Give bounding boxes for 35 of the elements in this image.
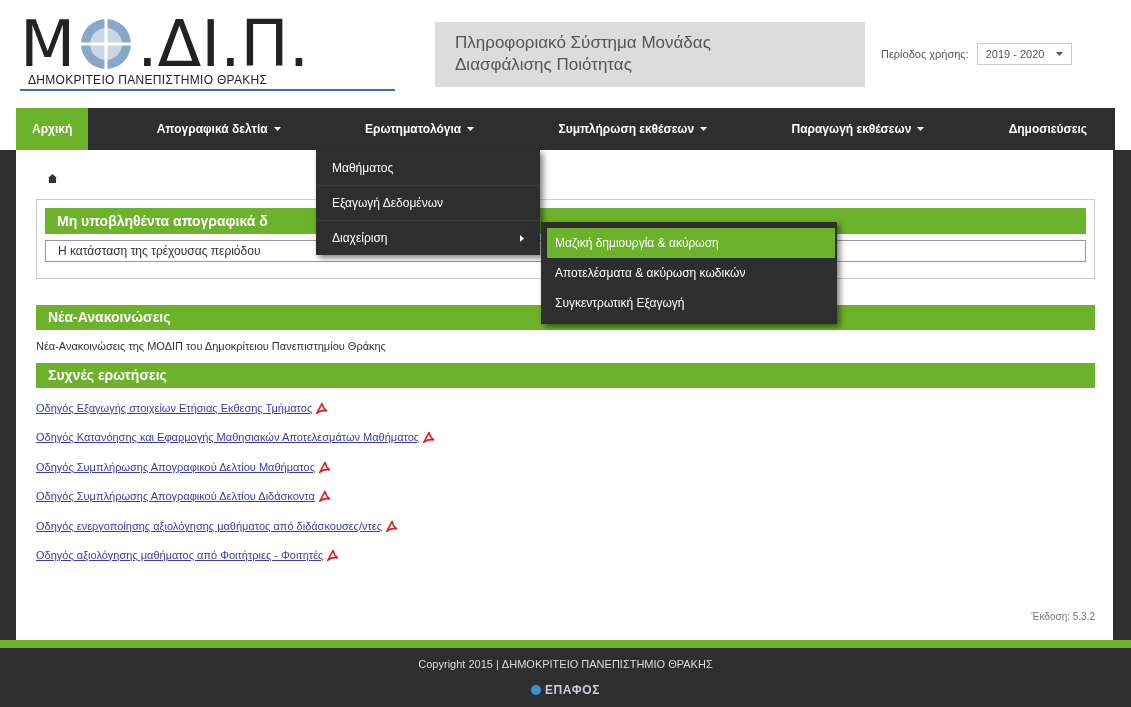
nav-item[interactable]: Απογραφικά δελτία	[140, 108, 297, 150]
nav-item[interactable]: Ερωτηματολόγια	[349, 108, 491, 150]
panel-title: Μη υποβληθέντα απογραφικά δ	[57, 211, 268, 231]
pdf-icon[interactable]	[386, 519, 398, 532]
footer-brand: ΕΠΑΦΟΣ	[545, 681, 600, 699]
nav-item[interactable]: Παραγωγή εκθέσεων	[775, 108, 941, 150]
news-text: Νέα-Ανακοινώσεις της ΜΟΔΙΠ του Δημοκρίτειου Πανεπιστημίου Θράκης	[36, 339, 387, 354]
guide-link[interactable]: Οδηγός Εξαγωγής στοιχείων Ετήσιας Εκθεσης Τμήματος	[36, 399, 313, 416]
submenu-item[interactable]: Αποτελέσματα & ακύρωση κωδικών	[547, 258, 835, 288]
nav-item[interactable]: Συμπλήρωση εκθέσεων	[542, 108, 724, 150]
copyright-text: Copyright 2015 | ΔΗΜΟΚΡΙΤΕΙΟ ΠΑΝΕΠΙΣΤΗΜΙΟ ΘΡΑΚΗΣ	[418, 657, 713, 673]
period-label: Περίοδος χρήσης:	[881, 46, 969, 62]
home-icon[interactable]	[48, 174, 57, 183]
version-text: Έκδοση: 5.3.2	[1031, 610, 1095, 624]
period-select[interactable]: 2019 - 2020	[976, 43, 1073, 65]
menu-item[interactable]: Μαθήματος	[316, 150, 540, 185]
pdf-icon[interactable]	[316, 401, 329, 414]
guide-link[interactable]: Οδηγός αξιολόγησης μαθήματος από Φοιτήτριες - Φοιτητές	[36, 547, 324, 564]
panel-message: Η κατάσταση της τρέχουσας περιόδου	[58, 243, 261, 260]
caret-icon	[1056, 52, 1064, 56]
nav-item[interactable]: Δημοσιεύσεις	[992, 108, 1103, 150]
section-header: Συχνές ερωτήσεις	[36, 362, 1095, 388]
pdf-icon[interactable]	[327, 549, 340, 562]
brand-logo-icon	[531, 684, 541, 695]
guide-link[interactable]: Οδηγός Συμπλήρωσης Απογραφικού Δελτίου Μαθήματος	[36, 458, 315, 475]
pdf-icon[interactable]	[318, 490, 331, 503]
menu-item[interactable]: Διαχείριση	[316, 220, 540, 255]
system-title-banner: Πληροφοριακό Σύστημα Μονάδας Διασφάλισης Ποιότητας	[435, 21, 865, 87]
pdf-icon[interactable]	[423, 431, 436, 444]
pdf-icon[interactable]	[318, 460, 331, 473]
guide-link[interactable]: Οδηγός Συμπλήρωσης Απογραφικού Δελτίου Διδάσκοντα	[36, 488, 315, 505]
globe-icon	[79, 17, 134, 71]
menu-item[interactable]: Εξαγωγή Δεδομένων	[316, 185, 540, 220]
guide-link[interactable]: Οδηγός ενεργοποίησης αξιολόγησης μαθήματος από διδάσκουσες/ντες	[36, 517, 382, 534]
guide-link[interactable]: Οδηγός Κατανόησης και Εφαρμογής Μαθησιακών Αποτελεσμάτων Μαθήματος	[36, 429, 420, 446]
